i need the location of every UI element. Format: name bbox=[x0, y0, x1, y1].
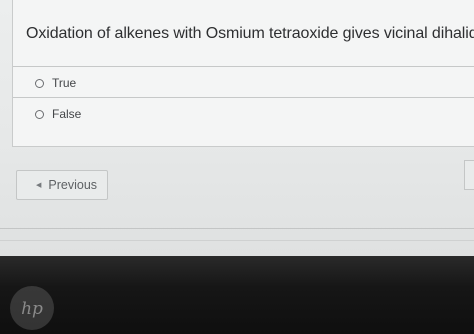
radio-button-false[interactable] bbox=[35, 109, 44, 119]
next-button-edge[interactable] bbox=[464, 160, 474, 190]
divider bbox=[0, 240, 474, 241]
question-text: Oxidation of alkenes with Osmium tetraox… bbox=[26, 25, 474, 42]
caret-left-icon: ◀ bbox=[36, 182, 42, 189]
option-true[interactable]: True bbox=[35, 76, 76, 90]
option-false[interactable]: False bbox=[35, 107, 81, 121]
option-false-label: False bbox=[52, 107, 82, 121]
hp-logo-icon: hp bbox=[21, 299, 43, 319]
hp-logo-text: hp bbox=[21, 299, 43, 319]
question-card: Oxidation of alkenes with Osmium tetraox… bbox=[12, 0, 474, 147]
divider bbox=[13, 66, 474, 67]
previous-button-label: Previous bbox=[48, 178, 98, 192]
laptop-bezel bbox=[0, 256, 474, 334]
previous-button[interactable]: ◀ Previous bbox=[16, 170, 108, 200]
screen: Oxidation of alkenes with Osmium tetraox… bbox=[0, 0, 474, 256]
divider bbox=[0, 228, 474, 229]
divider bbox=[13, 97, 474, 98]
radio-button-true[interactable] bbox=[35, 78, 44, 88]
option-true-label: True bbox=[52, 76, 77, 90]
hp-logo: hp bbox=[10, 286, 54, 330]
